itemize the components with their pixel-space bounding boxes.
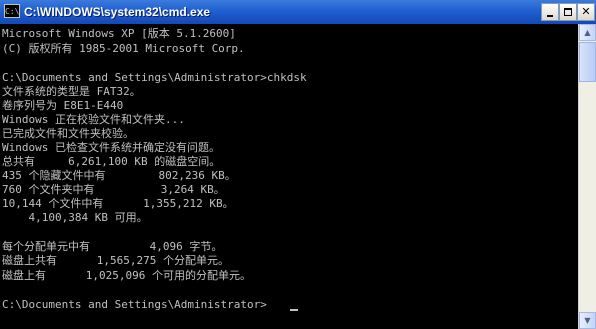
console-output[interactable]: Microsoft Windows XP [版本 5.1.2600] (C) 版…: [0, 24, 578, 329]
console-line: Windows 正在校验文件和文件夹...: [2, 113, 185, 126]
console-line: Microsoft Windows XP [版本 5.1.2600]: [2, 27, 236, 40]
scroll-up-button[interactable]: ▲: [579, 24, 596, 41]
cmd-icon[interactable]: C:\: [4, 4, 20, 18]
console-line: 磁盘上有 1,025,096 个可用的分配单元。: [2, 269, 251, 282]
console-line: 10,144 个文件中有 1,355,212 KB。: [2, 197, 234, 210]
console-line: 760 个文件夹中有 3,264 KB。: [2, 183, 225, 196]
text-cursor: [290, 309, 298, 311]
console-line: 4,100,384 KB 可用。: [2, 211, 148, 224]
scrollbar-thumb[interactable]: [579, 42, 596, 82]
console-line: 磁盘上共有 1,565,275 个分配单元。: [2, 254, 229, 267]
console-line: 每个分配单元中有 4,096 字节。: [2, 240, 223, 253]
console-line: (C) 版权所有 1985-2001 Microsoft Corp.: [2, 42, 245, 55]
console-line: 已完成文件和文件夹校验。: [2, 127, 134, 140]
console-line: 总共有 6,261,100 KB 的磁盘空间。: [2, 155, 221, 168]
vertical-scrollbar[interactable]: ▲ ▼: [578, 24, 596, 329]
close-button[interactable]: ✕: [577, 3, 595, 21]
window-title: C:\WINDOWS\system32\cmd.exe: [24, 5, 211, 19]
console-line: Windows 已检查文件系统并确定没有问题。: [2, 141, 220, 154]
minimize-button[interactable]: [541, 3, 559, 21]
cmd-window: C:\ C:\WINDOWS\system32\cmd.exe ✕ Micros…: [0, 0, 596, 329]
command-prompt: C:\Documents and Settings\Administrator>: [2, 298, 267, 311]
scroll-down-button[interactable]: ▼: [579, 312, 596, 329]
title-bar[interactable]: C:\ C:\WINDOWS\system32\cmd.exe ✕: [0, 0, 596, 24]
console-line: 435 个隐藏文件中有 802,236 KB。: [2, 169, 236, 182]
console-line: C:\Documents and Settings\Administrator>…: [2, 71, 307, 84]
console-line: 文件系统的类型是 FAT32。: [2, 85, 141, 98]
maximize-button[interactable]: [559, 3, 577, 21]
console-line: 卷序列号为 E8E1-E440: [2, 99, 124, 112]
